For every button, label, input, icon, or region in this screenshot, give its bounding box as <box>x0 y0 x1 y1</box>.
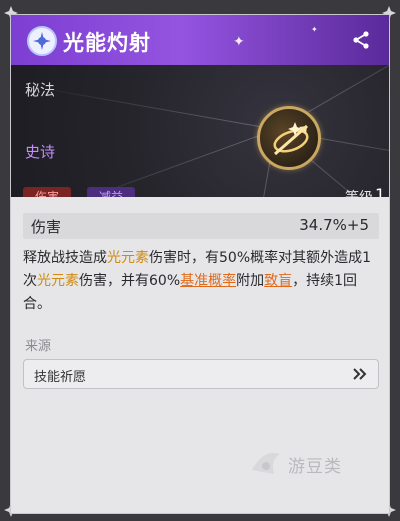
stat-value: 34.7%+5 <box>299 216 369 234</box>
source-button[interactable]: 技能祈愿 <box>23 359 379 389</box>
stat-name: 伤害 <box>31 218 62 236</box>
sparkle-icon: ✦ <box>311 25 318 34</box>
skill-title: 光能灼射 <box>63 31 151 55</box>
description-text: 释放战技造成 <box>23 250 107 266</box>
skill-rarity: 史诗 <box>25 143 56 161</box>
tag-debuff: 减益 <box>87 187 136 197</box>
stat-row-damage: 伤害 34.7%+5 <box>23 213 379 239</box>
level-value: 1 <box>375 185 386 197</box>
skill-category: 秘法 <box>25 81 56 99</box>
keyword-blind-link[interactable]: 致盲 <box>264 273 292 289</box>
source-label: 来源 <box>25 339 52 354</box>
keyword-base-chance-link[interactable]: 基准概率 <box>180 273 236 289</box>
background-ray <box>19 83 277 130</box>
share-icon[interactable] <box>351 30 371 50</box>
skill-info-panel: 秘法 史诗 伤害 减益 等级 1 <box>11 65 389 197</box>
source-value: 技能祈愿 <box>34 370 87 385</box>
tag-damage: 伤害 <box>23 187 72 197</box>
keyword-light-element: 光元素 <box>37 273 79 289</box>
watermark-text: 游豆类 <box>288 457 342 477</box>
keyword-light-element: 光元素 <box>107 250 149 266</box>
card-header: ✦ ✦ 光能灼射 <box>11 15 389 65</box>
description-text: 伤害，并有60% <box>79 273 181 289</box>
double-chevron-right-icon <box>353 368 367 380</box>
skill-detail-card: ✦ ✦ 光能灼射 秘法 史诗 伤害 减益 1 伤害 34.7%+5 释放战技造成… <box>10 14 390 514</box>
light-arrow-skill-icon <box>257 106 321 170</box>
description-text: 附加 <box>236 273 265 289</box>
skill-type-emblem-icon <box>27 26 57 56</box>
skill-description: 释放战技造成光元素伤害时，有50%概率对其额外造成1次光元素伤害，并有60%基准… <box>23 247 381 316</box>
level-label: 等级 <box>345 187 373 197</box>
sparkle-icon: ✦ <box>233 34 245 50</box>
